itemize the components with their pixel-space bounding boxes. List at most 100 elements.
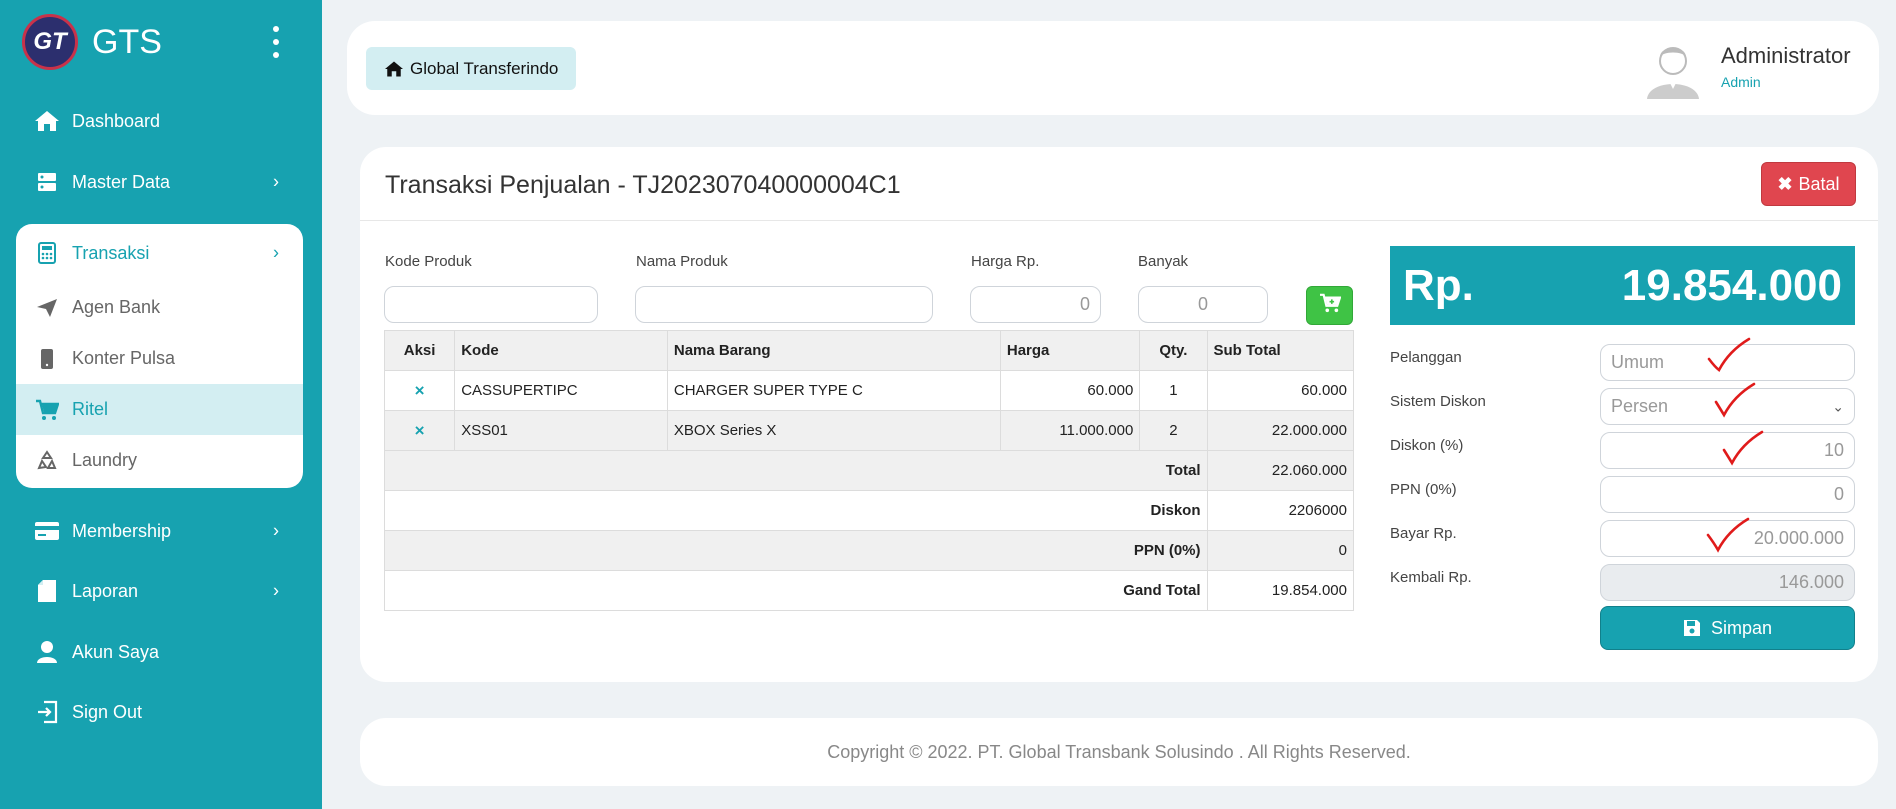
transaction-card: Transaksi Penjualan - TJ202307040000004C… bbox=[360, 147, 1878, 682]
sidebar-item-ritel[interactable]: Ritel bbox=[16, 384, 303, 435]
check-mark-icon bbox=[1707, 337, 1751, 372]
summary-value: 0 bbox=[1206, 530, 1354, 571]
sidebar-item-transaksi[interactable]: Transaksi › bbox=[16, 224, 303, 282]
summary-label: Gand Total bbox=[384, 570, 1208, 611]
cancel-button[interactable]: ✖ Batal bbox=[1761, 162, 1856, 206]
chevron-right-icon: › bbox=[273, 171, 279, 192]
bayar-value: 20.000.000 bbox=[1753, 528, 1844, 548]
sidebar-item-label: Sign Out bbox=[72, 701, 143, 722]
sidebar-item-label: Dashboard bbox=[72, 110, 161, 131]
breadcrumb-label: Global Transferindo bbox=[410, 58, 559, 78]
user-role: Admin bbox=[1721, 74, 1761, 90]
summary-value: 19.854.000 bbox=[1206, 570, 1354, 611]
mobile-icon bbox=[34, 346, 60, 372]
kode-produk-input[interactable] bbox=[384, 286, 598, 323]
items-table: Aksi Kode Nama Barang Harga Qty. Sub Tot… bbox=[383, 330, 1354, 611]
nama-produk-label: Nama Produk bbox=[636, 253, 728, 270]
sidebar-item-akun-saya[interactable]: Akun Saya bbox=[16, 627, 303, 677]
sidebar-item-label: Akun Saya bbox=[72, 641, 160, 662]
col-nama: Nama Barang bbox=[666, 330, 1001, 371]
file-icon bbox=[34, 578, 60, 604]
chevron-right-icon: › bbox=[273, 580, 279, 601]
table-row: × XSS01 XBOX Series X 11.000.000 2 22.00… bbox=[383, 410, 1354, 451]
ppn-label: PPN (0%) bbox=[1390, 481, 1457, 498]
ppn-input[interactable]: 0 bbox=[1600, 476, 1855, 513]
summary-row-ppn: PPN (0%) 0 bbox=[384, 530, 1354, 571]
divider bbox=[360, 220, 1878, 221]
home-icon bbox=[34, 108, 60, 134]
close-icon: × bbox=[414, 420, 425, 440]
chevron-right-icon: › bbox=[273, 242, 279, 263]
summary-value: 22.060.000 bbox=[1206, 450, 1354, 491]
cell-subtotal: 22.000.000 bbox=[1206, 410, 1354, 451]
check-mark-icon bbox=[1714, 382, 1756, 418]
sign-out-icon bbox=[34, 699, 60, 725]
sidebar-item-konter-pulsa[interactable]: Konter Pulsa bbox=[16, 333, 303, 384]
kebab-menu-icon[interactable] bbox=[272, 26, 280, 58]
kembali-label: Kembali Rp. bbox=[1390, 569, 1472, 586]
remove-item-button[interactable]: × bbox=[383, 370, 456, 411]
banyak-input[interactable]: 0 bbox=[1138, 286, 1268, 323]
credit-card-icon bbox=[34, 518, 60, 544]
grand-total-display: Rp. 19.854.000 bbox=[1390, 246, 1855, 325]
check-mark-icon bbox=[1722, 430, 1764, 466]
sidebar-item-laporan[interactable]: Laporan › bbox=[16, 566, 303, 616]
page-title: Transaksi Penjualan - TJ202307040000004C… bbox=[385, 171, 901, 199]
cell-qty: 2 bbox=[1139, 410, 1208, 451]
cell-qty: 1 bbox=[1139, 370, 1208, 411]
cell-subtotal: 60.000 bbox=[1206, 370, 1354, 411]
sidebar-item-agen-bank[interactable]: Agen Bank bbox=[16, 282, 303, 333]
sidebar-item-membership[interactable]: Membership › bbox=[16, 506, 303, 556]
summary-row-total: Total 22.060.000 bbox=[384, 450, 1354, 491]
col-kode: Kode bbox=[454, 330, 668, 371]
cart-icon bbox=[34, 397, 60, 423]
brand[interactable]: GT GTS bbox=[22, 14, 162, 70]
summary-label: Total bbox=[384, 450, 1208, 491]
sidebar-item-label: Ritel bbox=[72, 399, 109, 419]
nama-produk-input[interactable] bbox=[635, 286, 933, 323]
col-aksi: Aksi bbox=[383, 330, 456, 371]
check-mark-icon bbox=[1706, 517, 1750, 553]
top-header: Global Transferindo Administrator Admin bbox=[347, 21, 1879, 115]
kembali-value: 146.000 bbox=[1778, 572, 1844, 592]
save-button[interactable]: Simpan bbox=[1600, 606, 1855, 650]
total-amount: 19.854.000 bbox=[1621, 260, 1842, 310]
add-to-cart-button[interactable] bbox=[1306, 286, 1353, 325]
summary-label: Diskon bbox=[384, 490, 1208, 531]
bayar-label: Bayar Rp. bbox=[1390, 525, 1457, 542]
sistem-diskon-label: Sistem Diskon bbox=[1390, 393, 1486, 410]
remove-item-button[interactable]: × bbox=[383, 410, 456, 451]
close-icon: ✖ bbox=[1777, 173, 1793, 194]
sidebar-item-master-data[interactable]: Master Data › bbox=[16, 157, 303, 207]
sidebar-item-dashboard[interactable]: Dashboard bbox=[16, 96, 303, 146]
banyak-label: Banyak bbox=[1138, 253, 1189, 270]
sidebar-item-label: Master Data bbox=[72, 171, 171, 192]
close-icon: × bbox=[414, 380, 425, 400]
summary-value: 2206000 bbox=[1206, 490, 1354, 531]
chevron-right-icon: › bbox=[273, 520, 279, 541]
sidebar-item-sign-out[interactable]: Sign Out bbox=[16, 687, 303, 737]
harga-input[interactable]: 0 bbox=[970, 286, 1101, 323]
sistem-diskon-value: Persen bbox=[1611, 396, 1669, 416]
pelanggan-value: Umum bbox=[1611, 352, 1664, 372]
summary-row-grand-total: Gand Total 19.854.000 bbox=[384, 570, 1354, 611]
kode-produk-label: Kode Produk bbox=[385, 253, 472, 270]
cell-harga: 60.000 bbox=[999, 370, 1141, 411]
transaksi-submenu: Transaksi › Agen Bank Konter Pulsa Ritel bbox=[16, 224, 303, 488]
sidebar-item-label: Transaksi bbox=[72, 242, 150, 263]
pelanggan-label: Pelanggan bbox=[1390, 349, 1462, 366]
cell-kode: CASSUPERTIPC bbox=[454, 370, 668, 411]
summary-row-diskon: Diskon 2206000 bbox=[384, 490, 1354, 531]
breadcrumb[interactable]: Global Transferindo bbox=[366, 47, 577, 90]
table-header-row: Aksi Kode Nama Barang Harga Qty. Sub Tot… bbox=[383, 330, 1354, 371]
avatar[interactable] bbox=[1643, 39, 1703, 99]
col-harga: Harga bbox=[999, 330, 1141, 371]
sidebar-item-label: Laporan bbox=[72, 580, 139, 601]
ppn-value: 0 bbox=[1833, 484, 1844, 504]
cell-kode: XSS01 bbox=[454, 410, 668, 451]
sidebar-item-label: Konter Pulsa bbox=[72, 348, 176, 368]
sidebar-item-label: Laundry bbox=[72, 450, 138, 470]
user-name: Administrator bbox=[1721, 43, 1851, 68]
sidebar-item-laundry[interactable]: Laundry bbox=[16, 435, 303, 486]
cell-nama: XBOX Series X bbox=[666, 410, 1001, 451]
